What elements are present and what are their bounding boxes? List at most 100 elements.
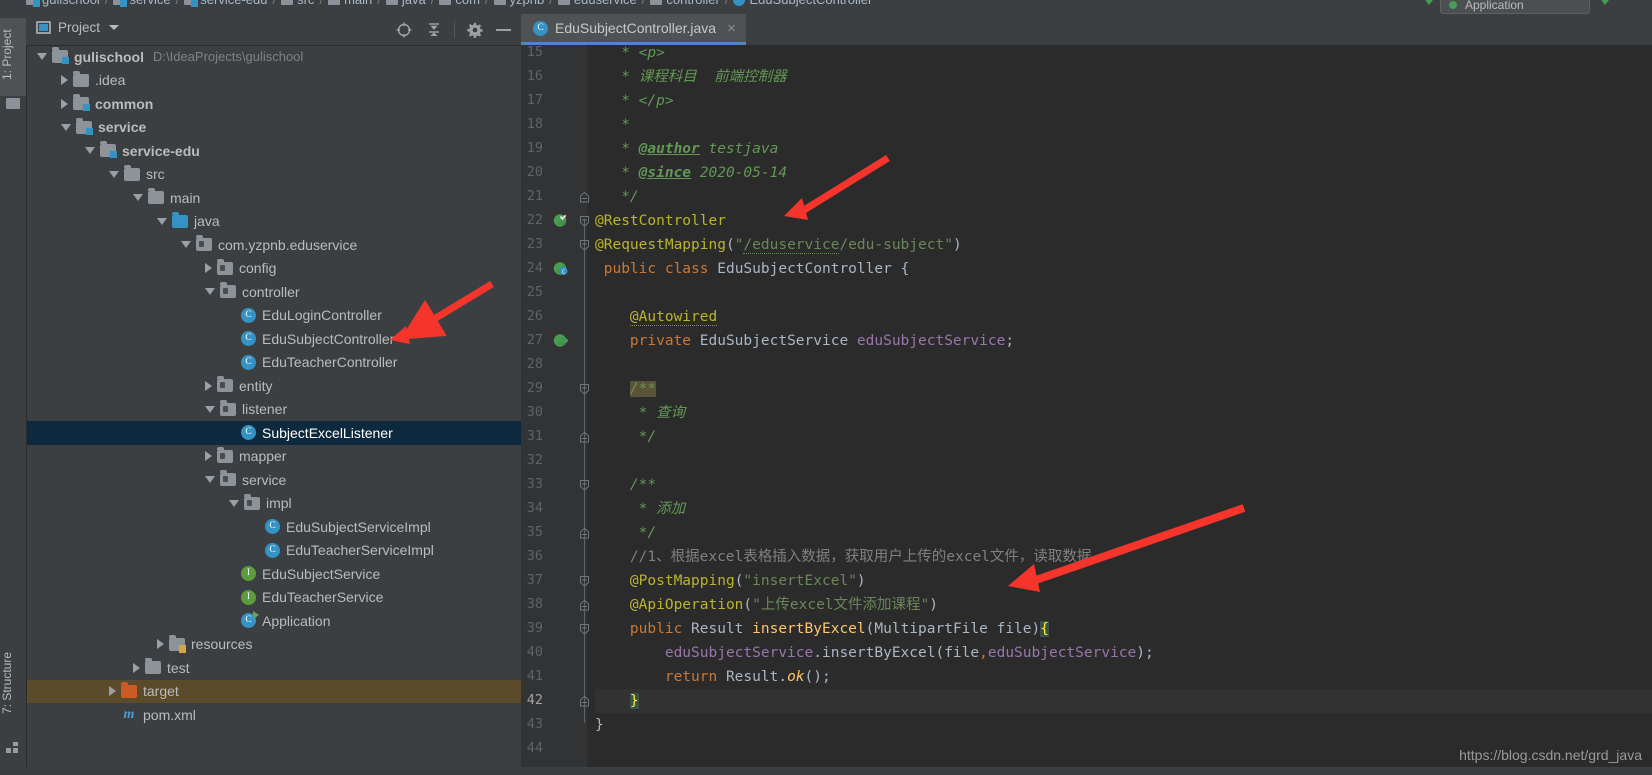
tree-node-test[interactable]: test [27,656,522,680]
fold-marker-start-39[interactable] [579,623,590,635]
line-number-43[interactable]: 43 [521,716,543,732]
tree-node-common[interactable]: common [27,92,522,116]
line-number-17[interactable]: 17 [521,92,543,108]
fold-gutter[interactable] [579,45,595,775]
line-number-29[interactable]: 29 [521,380,543,396]
collapse-all-icon[interactable] [426,22,442,38]
breadcrumb-item-gulischool[interactable]: gulischool [26,0,100,7]
code-line-43[interactable]: } [595,713,604,737]
breadcrumb-item-service[interactable]: service [113,0,171,7]
code-line-34[interactable]: * 添加 [595,497,685,521]
breadcrumb-item-yzpnb[interactable]: yzpnb [493,0,544,7]
code-line-29[interactable]: /** [595,377,657,401]
tree-node-mapper[interactable]: mapper [27,445,522,469]
line-number-35[interactable]: 35 [521,524,543,540]
code-line-15[interactable]: * <p> [595,45,665,65]
tree-node-application[interactable]: C Application [27,609,522,633]
tool-window-tab-structure[interactable]: 7: Structure [0,637,26,729]
editor-tab-edusubjectcontroller[interactable]: C EduSubjectController.java × [521,14,746,45]
tree-node-resources[interactable]: resources [27,633,522,657]
chevron-down-icon[interactable] [109,170,119,178]
breadcrumb-item-java[interactable]: java [385,0,426,7]
autowired-dependency-icon[interactable] [553,333,569,348]
chevron-down-icon[interactable] [205,288,215,296]
line-number-22[interactable]: 22 [521,212,543,228]
code-line-16[interactable]: * 课程科目 前端控制器 [595,65,786,89]
line-number-40[interactable]: 40 [521,644,543,660]
code-line-21[interactable]: */ [595,185,638,209]
line-number-28[interactable]: 28 [521,356,543,372]
code-line-23[interactable]: @RequestMapping("/eduservice/edu-subject… [595,233,962,257]
close-icon[interactable]: × [727,21,736,36]
line-number-31[interactable]: 31 [521,428,543,444]
chevron-down-icon[interactable] [37,53,47,61]
line-number-37[interactable]: 37 [521,572,543,588]
code-line-42[interactable]: } [595,689,1652,713]
editor-gutter[interactable]: 15 16 17 18 19 20 21 22 23 24 C 25 26 27 28 29 30 31 32 33 3… [521,45,587,775]
code-line-17[interactable]: * </p> [595,89,673,113]
breadcrumb[interactable]: gulischool/service/service-edu/src/main/… [26,0,872,7]
fold-marker-start-22[interactable] [579,215,590,227]
line-number-21[interactable]: 21 [521,188,543,204]
tree-node-service[interactable]: service [27,468,522,492]
fold-marker-start-33[interactable] [579,479,590,491]
code-line-41[interactable]: return Result.ok(); [595,665,831,689]
code-line-31[interactable]: */ [595,425,656,449]
fold-marker-start-23[interactable] [579,239,590,251]
tree-node-gulischool[interactable]: gulischool D:\IdeaProjects\gulischool [27,45,522,69]
line-number-18[interactable]: 18 [521,116,543,132]
code-editor[interactable]: 15 16 17 18 19 20 21 22 23 24 C 25 26 27 28 29 30 31 32 33 3… [521,45,1652,775]
fold-marker-end-31[interactable] [579,431,590,443]
code-line-38[interactable]: @ApiOperation("上传excel文件添加课程") [595,593,938,617]
tree-node-service[interactable]: service [27,116,522,140]
line-number-27[interactable]: 27 [521,332,543,348]
code-line-22[interactable]: @RestController [595,209,726,233]
project-tree[interactable]: gulischool D:\IdeaProjects\gulischool .ide… [26,45,522,775]
line-number-24[interactable]: 24 [521,260,543,276]
fold-marker-end-21[interactable] [579,191,590,203]
tree-node-subjectexcellistener[interactable]: C SubjectExcelListener [27,421,522,445]
project-title-group[interactable]: Project [36,20,120,35]
line-number-15[interactable]: 15 [521,45,543,60]
line-number-23[interactable]: 23 [521,236,543,252]
code-line-26[interactable]: @Autowired [595,305,718,329]
breadcrumb-item-eduservice[interactable]: eduservice [557,0,637,7]
run-button-arrow-left[interactable] [1422,0,1436,5]
line-number-20[interactable]: 20 [521,164,543,180]
chevron-right-icon[interactable] [133,662,140,673]
chevron-down-icon[interactable] [61,123,71,131]
tree-node-pom-xml[interactable]: m pom.xml [27,703,522,727]
tree-node-eduteachercontroller[interactable]: C EduTeacherController [27,351,522,375]
line-number-32[interactable]: 32 [521,452,543,468]
tree-node-eduteacherserviceimpl[interactable]: C EduTeacherServiceImpl [27,539,522,563]
breadcrumb-item-com[interactable]: com [439,0,480,7]
chevron-right-icon[interactable] [205,263,212,274]
line-number-26[interactable]: 26 [521,308,543,324]
breadcrumb-item-src[interactable]: src [281,0,314,7]
chevron-right-icon[interactable] [205,380,212,391]
breadcrumb-item-controller[interactable]: controller [650,0,720,7]
tree-node-listener[interactable]: listener [27,398,522,422]
chevron-down-icon[interactable] [229,499,239,507]
line-number-19[interactable]: 19 [521,140,543,156]
tree-node-src[interactable]: src [27,163,522,187]
chevron-right-icon[interactable] [157,639,164,650]
spring-bean-icon[interactable]: C [553,261,568,276]
tree-node-service-edu[interactable]: service-edu [27,139,522,163]
line-number-44[interactable]: 44 [521,740,543,756]
chevron-right-icon[interactable] [205,451,212,462]
code-line-36[interactable]: //1、根据excel表格插入数据，获取用户上传的excel文件，读取数据 [595,545,1091,569]
tree-node-edusubjectcontroller[interactable]: C EduSubjectController [27,327,522,351]
chevron-right-icon[interactable] [61,98,68,109]
line-number-38[interactable]: 38 [521,596,543,612]
tree-node-target[interactable]: target [27,679,522,703]
chevron-down-icon[interactable] [181,241,191,249]
chevron-down-icon[interactable] [109,25,120,30]
code-line-35[interactable]: */ [595,521,656,545]
code-content[interactable]: * <p> * 课程科目 前端控制器 * </p> * * @author te… [595,45,1652,775]
fold-marker-start-37[interactable] [579,575,590,587]
line-number-25[interactable]: 25 [521,284,543,300]
tree-node--idea[interactable]: .idea [27,69,522,93]
tree-node-com-yzpnb-eduservice[interactable]: com.yzpnb.eduservice [27,233,522,257]
code-line-40[interactable]: eduSubjectService.insertByExcel(file,edu… [595,641,1154,665]
